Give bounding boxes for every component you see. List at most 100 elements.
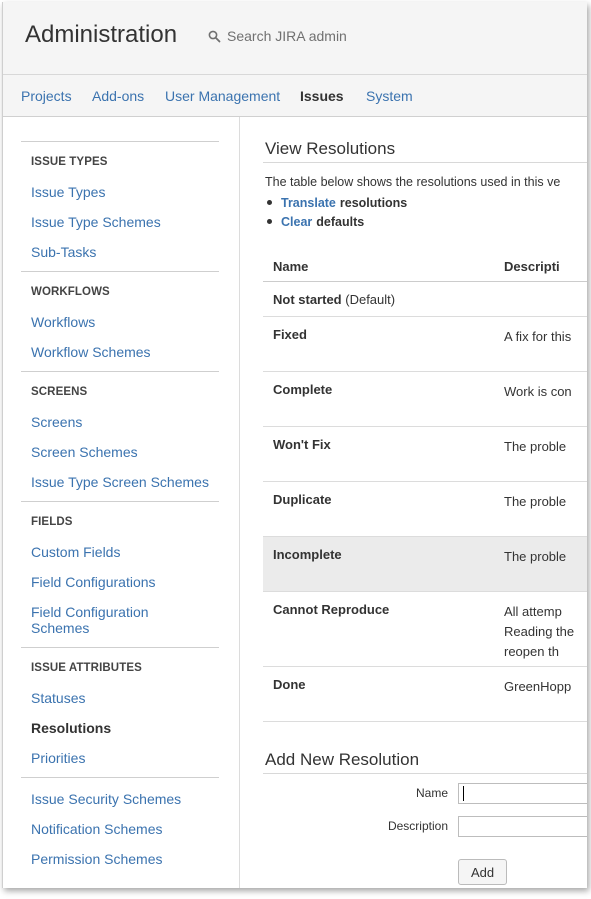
admin-page: Administration Projects Add-ons User Man… — [2, 2, 587, 888]
resolution-name: Duplicate — [273, 492, 332, 507]
table-row: Incomplete The proble — [263, 537, 587, 592]
sidebar-item-workflow-schemes[interactable]: Workflow Schemes — [31, 344, 151, 360]
add-resolution-title: Add New Resolution — [265, 750, 420, 769]
name-text: Complete — [273, 382, 333, 397]
resolution-name: Incomplete — [273, 547, 342, 562]
sidebar-item-field-configuration-schemes[interactable]: Field Configuration Schemes — [31, 604, 181, 636]
tab-add-ons[interactable]: Add-ons — [92, 88, 144, 104]
column-header-name: Name — [273, 259, 309, 274]
sidebar-heading-issue-attributes: ISSUE ATTRIBUTES — [31, 662, 142, 674]
sidebar-item-sub-tasks[interactable]: Sub-Tasks — [31, 244, 96, 260]
resolution-description: The proble — [504, 439, 567, 454]
table-row: Cannot Reproduce All attemp Reading the … — [263, 592, 587, 667]
sidebar-item-statuses[interactable]: Statuses — [31, 690, 85, 706]
search-icon — [208, 30, 221, 42]
translate-link[interactable]: Translate — [281, 196, 336, 210]
table-row: Not started (Default) — [263, 282, 587, 317]
sidebar-divider — [21, 271, 219, 272]
text-cursor — [463, 786, 464, 801]
sidebar-divider — [21, 371, 219, 372]
name-text: Won't Fix — [273, 437, 331, 452]
sidebar-item-issue-type-screen-schemes[interactable]: Issue Type Screen Schemes — [31, 474, 209, 490]
tab-system[interactable]: System — [366, 88, 413, 104]
view-resolutions-title: View Resolutions — [265, 139, 396, 158]
title-divider — [263, 773, 587, 774]
sidebar-divider — [21, 501, 219, 502]
sidebar-heading-issue-types: ISSUE TYPES — [31, 156, 108, 168]
table-row: Complete Work is con — [263, 372, 587, 427]
table-row: Duplicate The proble — [263, 482, 587, 537]
search-input[interactable] — [227, 28, 427, 44]
list-item: Clear defaults — [267, 212, 407, 231]
sidebar-divider — [21, 141, 219, 142]
resolution-description: GreenHopp — [504, 679, 572, 694]
name-field[interactable] — [458, 783, 587, 804]
resolution-name: Fixed — [273, 327, 307, 342]
sidebar-item-screen-schemes[interactable]: Screen Schemes — [31, 444, 138, 460]
sidebar-item-custom-fields[interactable]: Custom Fields — [31, 544, 120, 560]
sidebar-item-issue-security-schemes[interactable]: Issue Security Schemes — [31, 791, 181, 807]
sidebar-item-issue-type-schemes[interactable]: Issue Type Schemes — [31, 214, 161, 230]
tab-issues[interactable]: Issues — [300, 88, 344, 104]
description-field[interactable] — [458, 816, 587, 837]
top-nav: Projects Add-ons User Management Issues … — [3, 75, 587, 117]
name-text: Done — [273, 677, 306, 692]
sidebar-divider — [21, 777, 219, 778]
resolution-name: Won't Fix — [273, 437, 331, 452]
sidebar-item-issue-types[interactable]: Issue Types — [31, 184, 105, 200]
default-tag: (Default) — [345, 292, 396, 307]
description-line: reopen th — [504, 644, 559, 659]
resolutions-table: Name Descripti Not started (Default) Fix… — [263, 249, 587, 722]
bullet-icon — [267, 200, 272, 205]
tab-projects[interactable]: Projects — [21, 88, 72, 104]
name-text: Duplicate — [273, 492, 332, 507]
sidebar-item-resolutions[interactable]: Resolutions — [31, 720, 111, 736]
sidebar-item-screens[interactable]: Screens — [31, 414, 82, 430]
table-row: Won't Fix The proble — [263, 427, 587, 482]
resolution-name: Not started (Default) — [273, 292, 395, 307]
resolution-name: Complete — [273, 382, 332, 397]
name-text: Fixed — [273, 327, 307, 342]
sidebar-heading-workflows: WORKFLOWS — [31, 286, 110, 298]
sidebar-heading-screens: SCREENS — [31, 386, 88, 398]
intro-text: The table below shows the resolutions us… — [265, 175, 561, 189]
sidebar-item-permission-schemes[interactable]: Permission Schemes — [31, 851, 163, 867]
bullet-text: resolutions — [339, 195, 408, 210]
add-button[interactable]: Add — [458, 859, 508, 885]
page-title: Administration — [25, 21, 178, 48]
resolution-description: A fix for this — [504, 329, 572, 344]
name-text: Not started — [273, 292, 342, 307]
main-content: View Resolutions The table below shows t… — [241, 117, 587, 888]
list-item: Translate resolutions — [267, 193, 407, 212]
resolution-name: Cannot Reproduce — [273, 602, 389, 617]
tab-user-management[interactable]: User Management — [165, 88, 280, 104]
description-line: Reading the — [504, 624, 575, 639]
bullet-text: defaults — [316, 214, 365, 229]
admin-sidebar: ISSUE TYPES Issue Types Issue Type Schem… — [3, 117, 240, 888]
name-text: Incomplete — [273, 547, 342, 562]
table-header: Name Descripti — [263, 249, 587, 282]
sidebar-item-workflows[interactable]: Workflows — [31, 314, 95, 330]
sidebar-item-notification-schemes[interactable]: Notification Schemes — [31, 821, 163, 837]
name-text: Cannot Reproduce — [273, 602, 390, 617]
column-header-description: Descripti — [504, 259, 560, 274]
sidebar-item-field-configurations[interactable]: Field Configurations — [31, 574, 156, 590]
bullet-icon — [267, 219, 272, 224]
resolution-name: Done — [273, 677, 306, 692]
description-label: Description — [387, 819, 448, 833]
action-list: Translate resolutions Clear defaults — [267, 193, 407, 231]
table-row: Done GreenHopp — [263, 667, 587, 722]
description-line: All attemp — [504, 604, 562, 619]
admin-search[interactable] — [208, 27, 427, 45]
sidebar-item-priorities[interactable]: Priorities — [31, 750, 85, 766]
sidebar-divider — [21, 647, 219, 648]
clear-link[interactable]: Clear — [281, 215, 312, 229]
table-row: Fixed A fix for this — [263, 317, 587, 372]
title-divider — [263, 162, 587, 163]
name-label: Name — [415, 786, 448, 800]
resolution-description: The proble — [504, 494, 567, 509]
resolution-description: The proble — [504, 549, 567, 564]
resolution-description: Work is con — [504, 384, 572, 399]
sidebar-heading-fields: FIELDS — [31, 516, 73, 528]
admin-header: Administration — [3, 2, 587, 75]
